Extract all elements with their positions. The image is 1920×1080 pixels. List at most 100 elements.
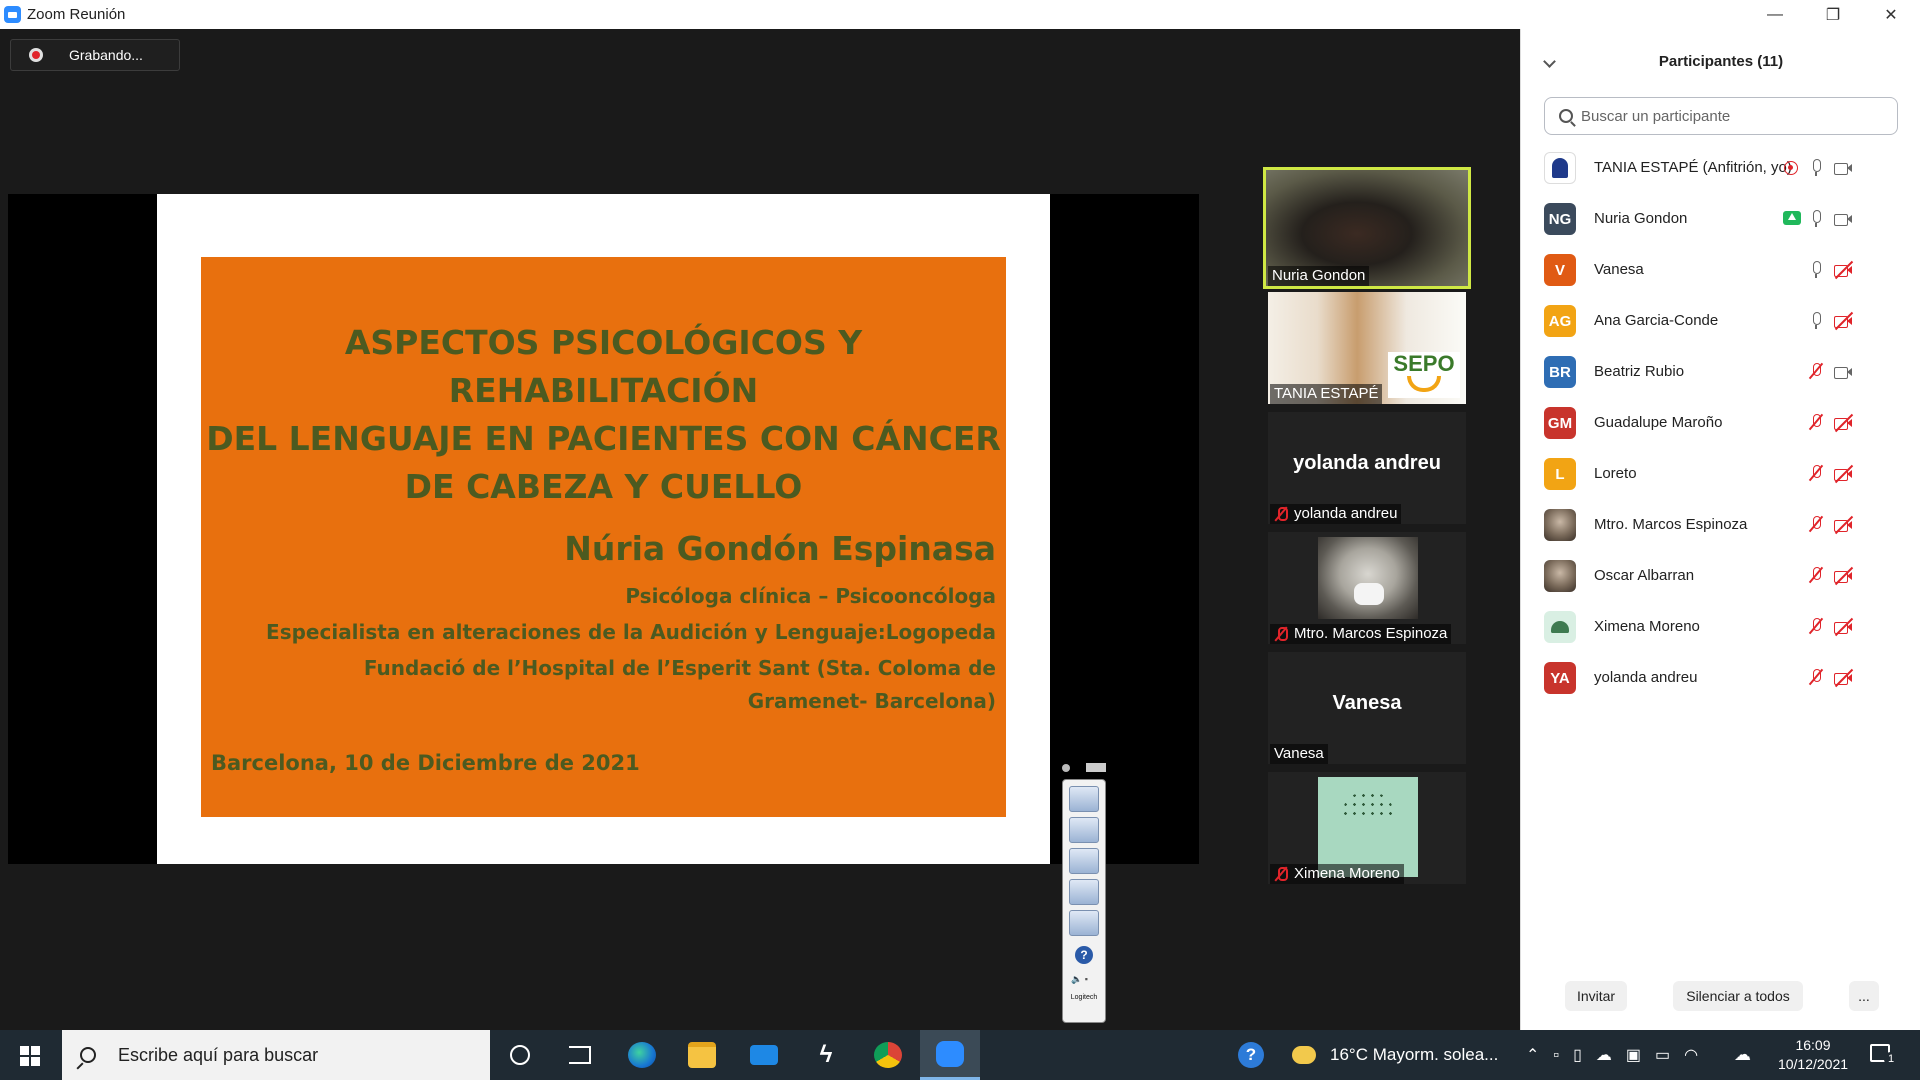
video-tile-ximena[interactable]: Ximena Moreno: [1268, 772, 1466, 884]
participant-row[interactable]: V Vanesa: [1521, 244, 1920, 295]
participant-row[interactable]: YA yolanda andreu: [1521, 652, 1920, 703]
recording-indicator[interactable]: Grabando...: [10, 39, 180, 71]
slide-title-line: ASPECTOS PSICOLÓGICOS Y REHABILITACIÓN: [344, 323, 863, 410]
more-options-button[interactable]: ...: [1849, 981, 1879, 1011]
participant-row[interactable]: TANIA ESTAPÉ (Anfitrión, yo): [1521, 142, 1920, 193]
video-display-name: Vanesa: [1332, 692, 1402, 714]
effects-icon[interactable]: [1069, 910, 1099, 936]
participants-panel: Participantes (11) TANIA ESTAPÉ (Anfitri…: [1520, 29, 1920, 1030]
video-tile-marcos[interactable]: Mtro. Marcos Espinoza: [1268, 532, 1466, 644]
mic-muted-icon[interactable]: [1807, 464, 1827, 484]
mic-icon[interactable]: [1807, 209, 1827, 229]
sepo-logo-arc: [1407, 376, 1441, 392]
participant-name: Loreto: [1594, 465, 1637, 482]
cloud-tray-icon[interactable]: ☁: [1734, 1030, 1751, 1080]
shared-screen: ASPECTOS PSICOLÓGICOS Y REHABILITACIÓN D…: [8, 194, 1199, 1023]
participant-row[interactable]: Mtro. Marcos Espinoza: [1521, 499, 1920, 550]
toolbar-grip-icon[interactable]: [1062, 764, 1070, 772]
notifications-button[interactable]: 1: [1870, 1042, 1898, 1066]
participant-logo-avatar: [1544, 152, 1576, 184]
restore-button[interactable]: ❐: [1804, 0, 1862, 29]
toolbar-close-icon[interactable]: [1086, 763, 1106, 772]
video-name: TANIA ESTAPÉ: [1274, 385, 1379, 402]
mic-icon[interactable]: [1807, 260, 1827, 280]
zoom-icon: [936, 1040, 964, 1067]
participant-row[interactable]: L Loreto: [1521, 448, 1920, 499]
help-tray-icon[interactable]: ?: [1238, 1030, 1264, 1080]
mic-camera-icon[interactable]: 🔈 ▪: [1071, 974, 1099, 984]
mic-muted-icon[interactable]: [1807, 617, 1827, 637]
participant-profile-image: [1318, 777, 1418, 877]
participant-row[interactable]: NG Nuria Gondon: [1521, 193, 1920, 244]
snapshot-icon[interactable]: [1069, 817, 1099, 843]
mic-muted-icon[interactable]: [1807, 668, 1827, 688]
video-tile-nuria[interactable]: Nuria Gondon: [1263, 167, 1471, 289]
chrome-icon: [874, 1042, 902, 1068]
slide-content-box: ASPECTOS PSICOLÓGICOS Y REHABILITACIÓN D…: [201, 257, 1006, 817]
user-icon[interactable]: [1069, 786, 1099, 812]
taskbar-mail[interactable]: [734, 1030, 794, 1080]
search-icon: [1559, 109, 1573, 123]
participant-photo-avatar: [1544, 560, 1576, 592]
video-name-label: TANIA ESTAPÉ: [1270, 384, 1383, 404]
participant-photo-avatar: [1544, 509, 1576, 541]
slide-author: Núria Gondón Espinasa: [564, 529, 996, 568]
slide-title: ASPECTOS PSICOLÓGICOS Y REHABILITACIÓN D…: [201, 319, 1006, 511]
video-tile-tania[interactable]: SEPO TANIA ESTAPÉ: [1268, 292, 1466, 404]
participant-search-input[interactable]: [1581, 107, 1881, 125]
lightning-icon: ϟ: [819, 1041, 833, 1068]
sepo-logo: SEPO: [1388, 352, 1460, 398]
sepo-logo-text: SEPO: [1393, 351, 1455, 376]
mic-muted-icon[interactable]: [1807, 515, 1827, 535]
participant-name: Ana Garcia-Conde: [1594, 312, 1719, 329]
invite-button[interactable]: Invitar: [1565, 981, 1627, 1011]
participant-row[interactable]: AG Ana Garcia-Conde: [1521, 295, 1920, 346]
taskbar-zoom[interactable]: [920, 1030, 980, 1080]
task-view-button[interactable]: [550, 1030, 610, 1080]
minimize-button[interactable]: —: [1746, 0, 1804, 29]
display-icon[interactable]: [1069, 848, 1099, 874]
system-tray-icons[interactable]: ⌃▫▯☁▣▭◠: [1526, 1030, 1712, 1080]
record-icon: [29, 48, 43, 62]
participant-avatar: BR: [1544, 356, 1576, 388]
logitech-toolbar: ? 🔈 ▪ Logitech: [1062, 779, 1106, 1023]
close-button[interactable]: ✕: [1862, 0, 1920, 29]
weather-widget[interactable]: 16°C Mayorm. solea...: [1292, 1030, 1498, 1080]
windows-start-icon[interactable]: [20, 1046, 40, 1066]
mic-muted-icon[interactable]: [1807, 413, 1827, 433]
video-tile-vanesa[interactable]: Vanesa Vanesa: [1268, 652, 1466, 764]
video-name: Nuria Gondon: [1272, 267, 1366, 284]
title-bar: Zoom Reunión: [0, 0, 1520, 29]
settings-icon[interactable]: [1069, 879, 1099, 905]
participant-tree-avatar: [1544, 611, 1576, 643]
participant-row[interactable]: Oscar Albarran: [1521, 550, 1920, 601]
participant-row[interactable]: BR Beatriz Rubio: [1521, 346, 1920, 397]
taskbar-clock[interactable]: 16:09 10/12/2021: [1764, 1036, 1862, 1074]
mute-all-button[interactable]: Silenciar a todos: [1673, 981, 1803, 1011]
tree-logo-icon: [1341, 791, 1395, 821]
taskbar-file-explorer[interactable]: [672, 1030, 732, 1080]
taskbar-edge[interactable]: [612, 1030, 672, 1080]
participant-search-field[interactable]: [1544, 97, 1898, 135]
video-name: yolanda andreu: [1294, 505, 1398, 522]
panel-footer: Invitar Silenciar a todos ...: [1521, 981, 1920, 1015]
participant-row[interactable]: GM Guadalupe Maroño: [1521, 397, 1920, 448]
mic-muted-icon[interactable]: [1807, 566, 1827, 586]
taskbar-chrome[interactable]: [858, 1030, 918, 1080]
cortana-button[interactable]: [490, 1030, 550, 1080]
mic-icon[interactable]: [1807, 158, 1827, 178]
mic-muted-icon: [1274, 506, 1288, 522]
mic-muted-icon[interactable]: [1807, 362, 1827, 382]
participant-row[interactable]: Ximena Moreno: [1521, 601, 1920, 652]
mic-icon[interactable]: [1807, 311, 1827, 331]
meeting-area: Grabando... ASPECTOS PSICOLÓGICOS Y REHA…: [0, 29, 1520, 1030]
participant-avatar: V: [1544, 254, 1576, 286]
camera-icon: [1833, 158, 1853, 178]
video-tile-yolanda[interactable]: yolanda andreu yolanda andreu: [1268, 412, 1466, 524]
taskbar-search-box[interactable]: Escribe aquí para buscar: [62, 1030, 490, 1080]
help-icon[interactable]: ?: [1075, 946, 1093, 964]
camera-icon: [1833, 362, 1853, 382]
presentation-slide: ASPECTOS PSICOLÓGICOS Y REHABILITACIÓN D…: [157, 194, 1050, 864]
participant-name: Mtro. Marcos Espinoza: [1594, 516, 1748, 533]
taskbar-app-lightning[interactable]: ϟ: [796, 1030, 856, 1080]
